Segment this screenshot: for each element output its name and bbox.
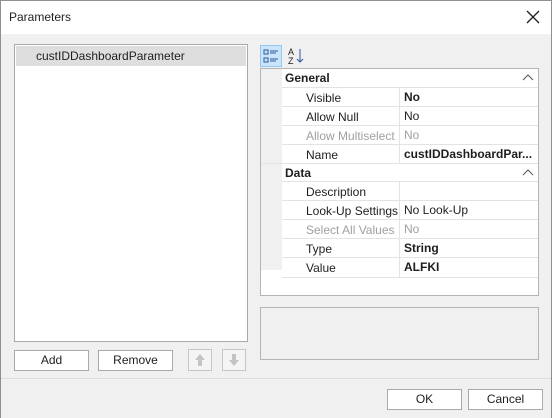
cancel-button[interactable]: Cancel	[468, 389, 543, 410]
title-bar: Parameters	[1, 1, 551, 34]
property-value: No	[399, 126, 538, 145]
window-title: Parameters	[9, 10, 72, 24]
chevron-up-icon[interactable]	[522, 72, 534, 82]
move-up-button[interactable]	[188, 349, 212, 371]
property-value[interactable]: custIDDashboardPar...	[399, 145, 538, 164]
property-value[interactable]: No	[399, 88, 538, 107]
property-row-name[interactable]: Name custIDDashboardPar...	[282, 144, 538, 164]
close-icon[interactable]	[525, 9, 541, 25]
category-label: Data	[285, 166, 312, 180]
property-row-allow-multiselect: Allow Multiselect No	[282, 125, 538, 145]
arrow-up-icon	[195, 354, 205, 366]
category-data[interactable]: Data	[261, 163, 538, 182]
property-name: Look-Up Settings	[306, 204, 399, 218]
property-row-select-all-values: Select All Values No	[282, 219, 538, 239]
property-value[interactable]: No Look-Up	[399, 201, 538, 220]
property-name: Allow Multiselect	[306, 129, 395, 143]
property-value[interactable]	[399, 182, 538, 201]
description-panel	[260, 307, 539, 360]
dialog-footer: OK Cancel	[1, 378, 551, 418]
property-name: Name	[306, 148, 339, 162]
parameter-list[interactable]: custIDDashboardParameter	[14, 44, 248, 342]
property-row-value[interactable]: Value ALFKI	[282, 257, 538, 278]
remove-button[interactable]: Remove	[98, 350, 173, 371]
move-down-button[interactable]	[222, 349, 246, 371]
property-value: No	[399, 220, 538, 239]
chevron-up-icon[interactable]	[522, 167, 534, 177]
property-value[interactable]: ALFKI	[399, 258, 538, 277]
list-item[interactable]: custIDDashboardParameter	[16, 46, 246, 66]
property-row-type[interactable]: Type String	[282, 238, 538, 258]
property-value[interactable]: String	[399, 239, 538, 258]
property-name: Type	[306, 242, 333, 256]
property-name: Value	[306, 261, 336, 275]
category-general[interactable]: General	[261, 69, 538, 87]
parameter-name: custIDDashboardParameter	[36, 49, 185, 63]
property-name: Description	[306, 185, 367, 199]
sort-alphabetical-icon: A Z	[288, 47, 304, 66]
category-label: General	[285, 71, 330, 85]
categorized-icon	[263, 49, 278, 63]
property-name: Allow Null	[306, 110, 359, 124]
property-grid: General Visible No Allow Null No Allow M…	[260, 68, 539, 296]
parameters-dialog: Parameters custIDDashboardParameter Add …	[0, 0, 552, 418]
property-row-lookup-settings[interactable]: Look-Up Settings No Look-Up	[282, 200, 538, 220]
arrow-down-icon	[229, 354, 239, 366]
property-row-allow-null[interactable]: Allow Null No	[282, 106, 538, 126]
property-row-visible[interactable]: Visible No	[282, 87, 538, 107]
property-value[interactable]: No	[399, 107, 538, 126]
property-name: Visible	[306, 91, 342, 105]
categorized-button[interactable]	[260, 45, 282, 67]
alphabetical-button[interactable]: A Z	[285, 45, 307, 67]
property-row-description[interactable]: Description	[282, 181, 538, 201]
ok-button[interactable]: OK	[387, 389, 462, 410]
property-name: Select All Values	[306, 223, 395, 237]
svg-text:Z: Z	[288, 56, 294, 66]
add-button[interactable]: Add	[14, 350, 89, 371]
